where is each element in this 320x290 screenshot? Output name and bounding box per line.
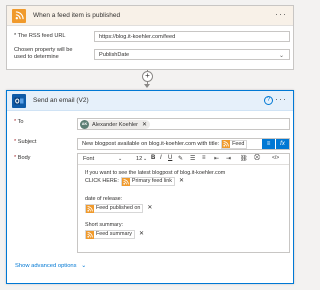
bold-button[interactable]: B bbox=[151, 155, 155, 161]
avatar: AK bbox=[80, 120, 89, 129]
property-label-line1: Chosen property will be bbox=[14, 47, 73, 53]
help-icon[interactable]: ? bbox=[264, 96, 273, 105]
body-click-row: CLICK HERE: Primary feed link ✕ bbox=[85, 177, 184, 186]
trigger-title: When a feed item is published bbox=[33, 12, 121, 19]
bullet-list-icon[interactable]: ☰ bbox=[190, 155, 195, 162]
feed-published-token[interactable]: Feed published on bbox=[85, 204, 144, 213]
property-value: PublishDate bbox=[99, 51, 130, 58]
body-release-label: date of release: bbox=[85, 196, 123, 202]
body-line1: If you want to see the latest blogpost o… bbox=[85, 170, 226, 176]
chevron-down-icon[interactable]: ⌄ bbox=[143, 156, 147, 162]
action-header[interactable]: Send an email (V2) ? ··· bbox=[7, 91, 293, 111]
feed-summary-token[interactable]: Feed summary bbox=[85, 230, 135, 239]
subject-token-label: Feed bbox=[232, 141, 245, 147]
close-icon[interactable]: ✕ bbox=[179, 178, 184, 185]
rss-icon bbox=[121, 177, 130, 186]
body-editor[interactable]: Font ⌄ 12 ⌄ B I U ✎ ☰ ≡ ⇤ ⇥ ⛓ ⛒ </> If y… bbox=[77, 153, 290, 253]
rss-icon bbox=[86, 204, 94, 213]
unlink-icon[interactable]: ⛒ bbox=[254, 155, 260, 162]
chevron-down-icon: ⌄ bbox=[278, 53, 284, 59]
expression-icon[interactable]: fx bbox=[276, 139, 289, 149]
chevron-down-icon: ⌄ bbox=[81, 263, 87, 269]
more-icon[interactable]: ··· bbox=[275, 94, 287, 104]
feed-url-input[interactable]: https://blog.it-koehler.com/feed bbox=[94, 31, 290, 42]
body-label: * Body bbox=[14, 155, 31, 161]
token-label: Feed summary bbox=[96, 231, 132, 237]
pen-icon[interactable]: ✎ bbox=[178, 155, 183, 162]
more-icon[interactable]: ··· bbox=[275, 9, 287, 19]
trigger-card: When a feed item is published ··· * The … bbox=[6, 5, 294, 70]
arrow-down-icon bbox=[144, 84, 150, 88]
subject-label: * Subject bbox=[14, 139, 37, 145]
dynamic-content-icon[interactable]: ≡ bbox=[262, 139, 275, 149]
font-select[interactable]: Font bbox=[83, 156, 94, 162]
body-summary-label: Short summary: bbox=[85, 222, 124, 228]
subject-feed-token[interactable]: Feed bbox=[221, 139, 248, 149]
font-size-select[interactable]: 12 bbox=[136, 156, 142, 162]
person-name: Alexander Koehler bbox=[92, 121, 139, 128]
editor-toolbar: Font ⌄ 12 ⌄ B I U ✎ ☰ ≡ ⇤ ⇥ ⛓ ⛒ </> bbox=[78, 154, 289, 165]
body-summary-row: Feed summary ✕ bbox=[85, 230, 144, 239]
italic-button[interactable]: I bbox=[160, 155, 162, 161]
show-advanced-label: Show advanced options bbox=[15, 263, 77, 269]
outdent-icon[interactable]: ⇤ bbox=[214, 155, 219, 162]
add-step-button[interactable]: + bbox=[142, 71, 153, 82]
property-dropdown[interactable]: PublishDate ⌄ bbox=[94, 49, 290, 60]
feed-url-label: * The RSS feed URL bbox=[14, 33, 66, 39]
link-icon[interactable]: ⛓ bbox=[240, 155, 248, 162]
body-release-row: Feed published on ✕ bbox=[85, 204, 152, 213]
rss-icon bbox=[222, 140, 231, 148]
action-card: Send an email (V2) ? ··· * To AK Alexand… bbox=[6, 90, 294, 284]
numbered-list-icon[interactable]: ≡ bbox=[202, 155, 206, 161]
body-line2: CLICK HERE: bbox=[85, 178, 119, 184]
rss-icon bbox=[12, 8, 26, 23]
trigger-header[interactable]: When a feed item is published ··· bbox=[7, 6, 293, 26]
token-label: Feed published on bbox=[96, 205, 141, 211]
to-input[interactable]: AK Alexander Koehler ✕ bbox=[77, 118, 290, 130]
property-label-line2: used to determine bbox=[14, 54, 59, 60]
close-icon[interactable]: ✕ bbox=[147, 205, 152, 212]
close-icon[interactable]: ✕ bbox=[139, 231, 144, 238]
action-title: Send an email (V2) bbox=[33, 97, 89, 104]
chevron-down-icon[interactable]: ⌄ bbox=[118, 156, 122, 162]
feed-url-value: https://blog.it-koehler.com/feed bbox=[99, 33, 176, 40]
subject-input[interactable]: New blogpost available on blog.it-koehle… bbox=[77, 138, 290, 150]
person-token[interactable]: AK Alexander Koehler ✕ bbox=[80, 120, 151, 129]
token-label: Primary feed link bbox=[131, 178, 173, 184]
show-advanced-options-link[interactable]: Show advanced options ⌄ bbox=[15, 263, 86, 269]
indent-icon[interactable]: ⇥ bbox=[226, 155, 231, 162]
primary-feed-link-token[interactable]: Primary feed link bbox=[120, 177, 176, 186]
to-label: * To bbox=[14, 119, 24, 125]
subject-text: New blogpost available on blog.it-koehle… bbox=[82, 141, 220, 147]
code-view-icon[interactable]: </> bbox=[272, 155, 279, 161]
underline-button[interactable]: U bbox=[168, 155, 172, 161]
close-icon[interactable]: ✕ bbox=[142, 121, 147, 128]
rss-icon bbox=[86, 230, 94, 239]
outlook-icon bbox=[12, 93, 26, 108]
